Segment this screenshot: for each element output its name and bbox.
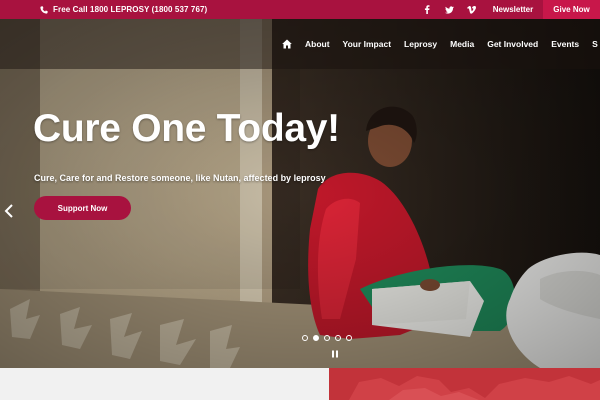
home-icon[interactable] <box>282 39 292 49</box>
social-links <box>416 0 482 19</box>
call-link[interactable]: Free Call 1800 LEPROSY (1800 537 767) <box>40 0 207 19</box>
world-map-graphic <box>349 376 600 400</box>
chevron-left-icon[interactable] <box>2 203 16 219</box>
slider-dot-active[interactable] <box>313 335 319 341</box>
nav-item-get-involved[interactable]: Get Involved <box>487 39 538 49</box>
nav-item-events[interactable]: Events <box>551 39 579 49</box>
slider-pagination <box>302 335 357 341</box>
nav-item-search[interactable]: S <box>592 39 598 49</box>
newsletter-link[interactable]: Newsletter <box>484 0 542 19</box>
nav-item-about[interactable]: About <box>305 39 330 49</box>
twitter-icon[interactable] <box>438 0 460 19</box>
main-nav-menu: About Your Impact Leprosy Media Get Invo… <box>282 19 600 69</box>
give-now-button[interactable]: Give Now <box>543 0 600 19</box>
slider-dot[interactable] <box>335 335 341 341</box>
content-section-left <box>0 368 329 400</box>
call-text: Free Call 1800 LEPROSY (1800 537 767) <box>53 5 208 14</box>
pause-icon[interactable] <box>331 350 339 358</box>
hero-slider: About Your Impact Leprosy Media Get Invo… <box>0 19 600 368</box>
vimeo-icon[interactable] <box>460 0 482 19</box>
phone-icon <box>40 5 48 14</box>
hero-subheadline: Cure, Care for and Restore someone, like… <box>34 173 326 183</box>
nav-item-media[interactable]: Media <box>450 39 474 49</box>
slider-dot[interactable] <box>324 335 330 341</box>
slider-dot[interactable] <box>346 335 352 341</box>
hero-photo <box>0 19 600 368</box>
hero-headline: Cure One Today! <box>33 107 340 150</box>
map-panel <box>329 368 600 400</box>
slider-dot[interactable] <box>302 335 308 341</box>
facebook-icon[interactable] <box>416 0 438 19</box>
nav-item-leprosy[interactable]: Leprosy <box>404 39 437 49</box>
nav-item-your-impact[interactable]: Your Impact <box>343 39 392 49</box>
top-bar: Free Call 1800 LEPROSY (1800 537 767) Ne… <box>0 0 600 19</box>
support-now-button[interactable]: Support Now <box>34 196 131 220</box>
